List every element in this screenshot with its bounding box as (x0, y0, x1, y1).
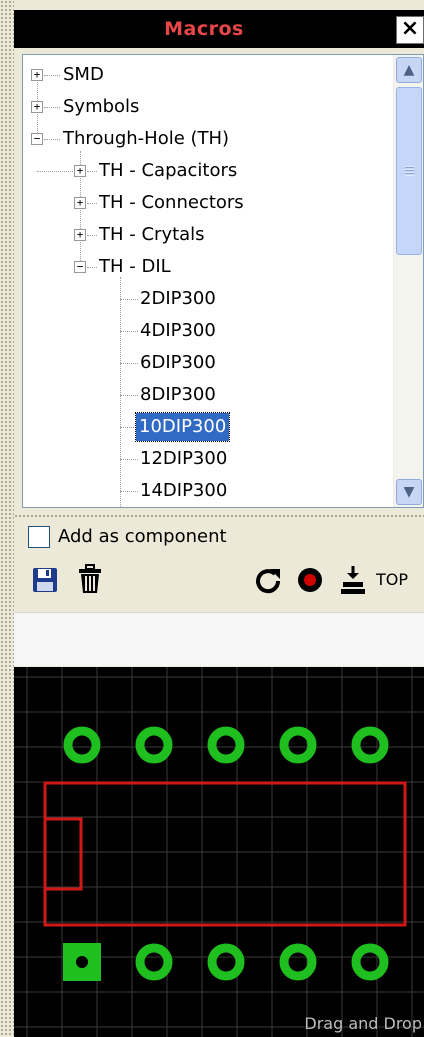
tree-item-label: 8DIP300 (140, 384, 216, 405)
tree-item-label: 2DIP300 (140, 288, 216, 309)
save-button[interactable] (32, 560, 60, 600)
rotate-button[interactable] (254, 560, 284, 600)
tree-item-th-dil[interactable]: − TH - DIL (23, 253, 383, 281)
tree-scrollbar[interactable]: ▲ ▼ (393, 55, 423, 507)
drag-and-drop-hint: Drag and Drop (304, 1014, 422, 1033)
macro-info-bar (14, 612, 424, 666)
pad-hole (76, 956, 88, 968)
tree-item-4dip300[interactable]: 4DIP300 (23, 317, 383, 345)
tree-item-label: 12DIP300 (140, 448, 228, 469)
tree-item-through-hole[interactable]: − Through-Hole (TH) (23, 125, 383, 153)
collapse-icon[interactable]: − (31, 133, 43, 145)
pad (351, 943, 389, 981)
tree-item-label: Through-Hole (TH) (63, 128, 230, 149)
record-icon (298, 568, 322, 592)
package-outline (43, 781, 407, 927)
footprint-preview[interactable]: Drag and Drop (14, 667, 424, 1037)
pad (135, 943, 173, 981)
expand-icon[interactable]: + (31, 69, 43, 81)
pad (279, 726, 317, 764)
macros-panel: Macros × + SMD + Symbols − Through-Hole … (14, 0, 424, 1037)
tree-item-smd[interactable]: + SMD (23, 61, 383, 89)
layer-top-icon (341, 566, 365, 594)
pad (279, 943, 317, 981)
tree-item-12dip300[interactable]: 12DIP300 (23, 445, 383, 473)
tree-item-symbols[interactable]: + Symbols (23, 93, 383, 121)
expand-icon[interactable]: + (74, 197, 86, 209)
floppy-disk-icon (33, 568, 57, 592)
collapse-icon[interactable]: − (74, 261, 86, 273)
tree-item-label: TH - DIL (99, 256, 171, 277)
expand-icon[interactable]: + (74, 229, 86, 241)
layer-label: TOP (376, 570, 409, 589)
tree-item-label: TH - Connectors (99, 192, 244, 213)
tree-item-6dip300[interactable]: 6DIP300 (23, 349, 383, 377)
pin1-notch (43, 817, 83, 891)
scroll-down-button[interactable]: ▼ (396, 479, 422, 505)
tree-item-label: SMD (63, 64, 104, 85)
pad (63, 726, 101, 764)
tree-item-8dip300[interactable]: 8DIP300 (23, 381, 383, 409)
tree-item-2dip300[interactable]: 2DIP300 (23, 285, 383, 313)
macro-toolbar: TOP (14, 560, 424, 600)
macro-tree[interactable]: + SMD + Symbols − Through-Hole (TH) + TH… (22, 54, 424, 508)
panel-gripper[interactable] (0, 0, 14, 1037)
pad (207, 943, 245, 981)
pad (351, 726, 389, 764)
tree-item-label-selected: 10DIP300 (134, 412, 231, 442)
tree-item-10dip300[interactable]: 10DIP300 (23, 412, 383, 442)
rotate-icon (256, 569, 281, 594)
tree-item-label: 14DIP300 (140, 480, 228, 501)
scroll-up-button[interactable]: ▲ (396, 57, 422, 83)
preview-grid (14, 667, 424, 1037)
record-button[interactable] (296, 560, 326, 600)
tree-item-label: TH - Crytals (99, 224, 205, 245)
tree-item-14dip300[interactable]: 14DIP300 (23, 477, 383, 505)
pads (63, 726, 389, 981)
tree-item-th-crytals[interactable]: + TH - Crytals (23, 221, 383, 249)
expand-icon[interactable]: + (74, 165, 86, 177)
tree-item-th-connectors[interactable]: + TH - Connectors (23, 189, 383, 217)
tree-item-th-capacitors[interactable]: + TH - Capacitors (23, 157, 383, 185)
tree-item-label: Symbols (63, 96, 140, 117)
trash-icon (79, 564, 101, 593)
splitter[interactable] (14, 514, 424, 518)
panel-title-bar: Macros × (14, 10, 424, 48)
add-as-component-checkbox[interactable] (28, 526, 50, 548)
grip-icon (405, 166, 414, 176)
delete-button[interactable] (78, 560, 104, 600)
expand-icon[interactable]: + (31, 101, 43, 113)
pad (207, 726, 245, 764)
panel-title: Macros (164, 18, 244, 40)
tree-rows: + SMD + Symbols − Through-Hole (TH) + TH… (23, 55, 391, 507)
add-as-component-label: Add as component (58, 526, 227, 547)
pad (135, 726, 173, 764)
footprint-preview-canvas (14, 667, 424, 1037)
scroll-thumb[interactable] (396, 87, 422, 255)
tree-item-label: 6DIP300 (140, 352, 216, 373)
tree-item-label: TH - Capacitors (99, 160, 238, 181)
close-button[interactable]: × (396, 16, 424, 44)
tree-item-label: 4DIP300 (140, 320, 216, 341)
